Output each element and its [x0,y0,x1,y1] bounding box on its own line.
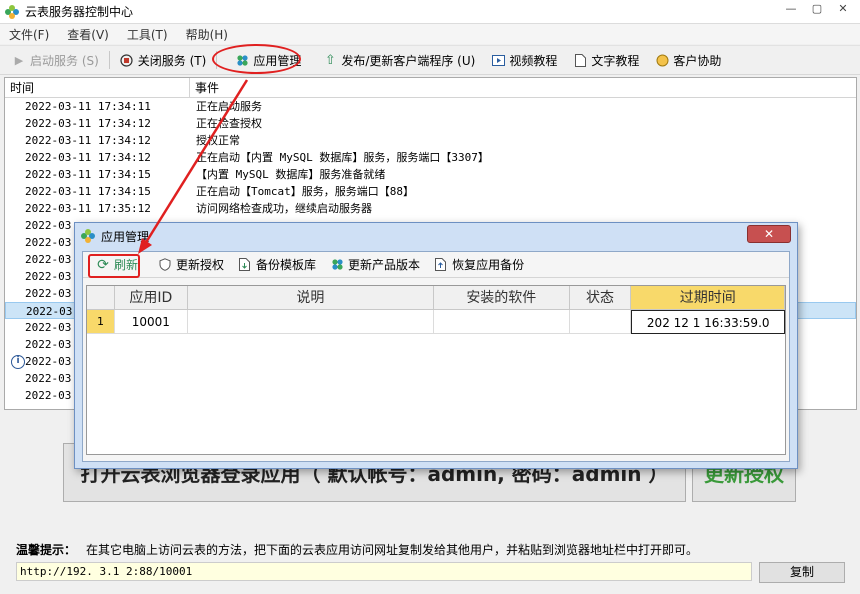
cell-app-id[interactable]: 10001 [114,310,188,334]
row-number: 1 [87,310,115,334]
log-event: 授权正常 [196,134,240,147]
text-tutorial-button[interactable]: 文字教程 [565,48,647,72]
col-status[interactable]: 状态 [569,286,632,310]
backup-template-label: 备份模板库 [256,258,317,272]
stop-icon [120,53,134,67]
stop-service-label: 关闭服务 (T) [137,53,207,68]
log-time: 2022-03-11 17:35:12 [25,202,151,215]
window-title: 云表服务器控制中心 [25,5,134,19]
dialog-close-button[interactable]: ✕ [747,225,791,243]
document-download-icon [238,258,252,272]
restore-backup-button[interactable]: 恢复应用备份 [427,256,531,273]
log-row[interactable]: 2022-03-11 17:34:12 正在启动【内置 MySQL 数据库】服务，… [5,149,856,166]
update-version-label: 更新产品版本 [348,258,421,272]
clover-icon [330,258,344,272]
video-tutorial-label: 视频教程 [509,53,558,68]
toolbar-separator [108,51,110,69]
col-description[interactable]: 说明 [187,286,435,310]
customer-help-label: 客户协助 [673,53,722,68]
menu-tools[interactable]: 工具(T) [118,26,177,43]
start-service-button[interactable]: ▶ 启动服务 (S) [4,48,107,72]
log-time: 2022-03-11 17:34:15 [25,185,151,198]
col-app-id[interactable]: 应用ID [114,286,188,310]
main-titlebar: 云表服务器控制中心 — ▢ ✕ [0,0,860,24]
video-icon [491,53,505,67]
app-grid[interactable]: 应用ID 说明 安装的软件 状态 过期时间 1 10001 202 12 1 1… [86,285,786,455]
log-event: 访问网络检查成功，继续启动服务器 [196,202,372,215]
start-service-label: 启动服务 (S) [30,53,99,68]
log-time: 2022-03-11 17:34:12 [25,117,151,130]
log-header: 时间 事件 [5,78,856,98]
log-row[interactable]: 2022-03-11 17:34:12 授权正常 [5,132,856,149]
annotation-ellipse [212,44,301,74]
cell-expire-time[interactable]: 202 12 1 16:33:59.0 [631,310,785,334]
col-installed-software[interactable]: 安装的软件 [434,286,570,310]
access-url-field[interactable]: http://192. 3.1 2:88/10001 [16,562,752,581]
minimize-button[interactable]: — [778,0,804,18]
app-logo-icon [5,4,19,19]
log-event: 正在启动【Tomcat】服务，服务端口【88】 [196,185,414,198]
app-management-dialog: 应用管理 ✕ ⟳ 刷新 更新授权 备份模板库 更新产品版本 恢复应用备份 应用I… [74,222,798,469]
upload-arrow-icon: ⇧ [324,52,336,68]
menu-bar: 文件(F) 查看(V) 工具(T) 帮助(H) [0,24,860,44]
tip-label: 温馨提示： [16,543,77,557]
log-event: 正在启动服务 [196,100,262,113]
backup-template-button[interactable]: 备份模板库 [231,256,323,273]
log-row[interactable]: 2022-03-11 17:34:15 正在启动【Tomcat】服务，服务端口【8… [5,183,856,200]
maximize-button[interactable]: ▢ [804,0,830,18]
dialog-update-license-button[interactable]: 更新授权 [151,256,231,273]
document-restore-icon [434,258,448,272]
play-icon: ▶ [14,53,24,67]
menu-help[interactable]: 帮助(H) [177,26,237,43]
customer-help-button[interactable]: 客户协助 [647,48,729,72]
log-header-event[interactable]: 事件 [190,78,219,97]
dialog-titlebar: 应用管理 ✕ [75,223,797,249]
document-icon [573,53,587,67]
menu-view[interactable]: 查看(V) [58,26,118,43]
close-button[interactable]: ✕ [830,0,856,18]
video-tutorial-button[interactable]: 视频教程 [483,48,565,72]
publish-client-label: 发布/更新客户端程序 (U) [341,53,476,68]
info-icon: i [11,355,25,369]
log-row[interactable]: 2022-03-11 17:35:12 访问网络检查成功，继续启动服务器 [5,200,856,217]
update-version-button[interactable]: 更新产品版本 [323,256,427,273]
log-time: 2022-03-11 17:34:12 [25,134,151,147]
log-row[interactable]: 2022-03-11 17:34:11 正在启动服务 [5,98,856,115]
main-toolbar: ▶ 启动服务 (S) 关闭服务 (T) 应用管理 ⇧ 发布/更新客户端程序 (U… [0,45,860,75]
stop-service-button[interactable]: 关闭服务 (T) [112,48,215,72]
log-event: 正在启动【内置 MySQL 数据库】服务，服务端口【3307】 [196,151,489,164]
shield-icon [158,258,172,272]
publish-client-button[interactable]: ⇧ 发布/更新客户端程序 (U) [315,48,483,72]
annotation-rect [88,254,140,278]
col-expire-time[interactable]: 过期时间 [631,286,785,310]
cell-status[interactable] [569,310,632,334]
log-time: 2022-03-11 17:34:15 [25,168,151,181]
log-time: 2022-03-11 17:34:11 [25,100,151,113]
tip-text: 在其它电脑上访问云表的方法，把下面的云表应用访问网址复制发给其他用户，并粘贴到浏… [86,543,699,557]
dialog-title: 应用管理 [101,229,150,244]
dialog-body: ⟳ 刷新 更新授权 备份模板库 更新产品版本 恢复应用备份 应用ID 说明 安装… [82,251,790,462]
copy-button[interactable]: 复制 [759,562,845,583]
menu-file[interactable]: 文件(F) [0,26,58,43]
log-header-time[interactable]: 时间 [5,78,190,97]
table-row[interactable]: 1 10001 202 12 1 16:33:59.0 [87,310,785,334]
log-event: 【内置 MySQL 数据库】服务准备就绪 [196,168,386,181]
log-row[interactable]: 2022-03-11 17:34:12 正在检查授权 [5,115,856,132]
log-time: 2022-03-11 17:34:12 [25,151,151,164]
app-logo-icon [81,229,95,243]
cell-installed-software[interactable] [434,310,570,334]
help-chat-icon [655,53,669,67]
window-controls: — ▢ ✕ [778,0,856,18]
text-tutorial-label: 文字教程 [591,53,640,68]
grid-header-row: 应用ID 说明 安装的软件 状态 过期时间 [87,286,785,310]
dialog-toolbar: ⟳ 刷新 更新授权 备份模板库 更新产品版本 恢复应用备份 [83,252,789,278]
grid-corner [87,286,115,310]
log-event: 正在检查授权 [196,117,262,130]
restore-backup-label: 恢复应用备份 [452,258,525,272]
cell-description[interactable] [187,310,435,334]
dialog-update-license-label: 更新授权 [176,258,225,272]
log-row[interactable]: 2022-03-11 17:34:15 【内置 MySQL 数据库】服务准备就绪 [5,166,856,183]
